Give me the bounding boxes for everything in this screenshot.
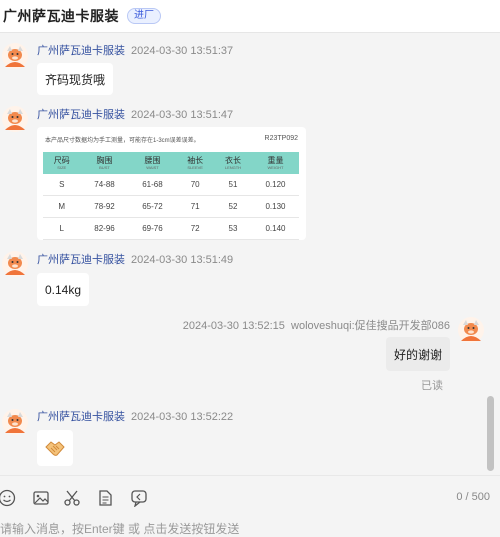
image-icon[interactable] <box>32 489 50 507</box>
table-cell: 0.120 <box>251 174 299 196</box>
message-time: 2024-03-30 13:52:22 <box>131 411 234 423</box>
quick-reply-icon[interactable] <box>130 489 148 507</box>
message-text: 齐码现货哦 <box>45 72 106 87</box>
scrollbar-thumb[interactable] <box>487 396 494 471</box>
table-row: L 82-96 69-76 72 53 0.140 <box>43 217 299 240</box>
table-cell: 0.140 <box>251 217 299 240</box>
table-cell: 78-92 <box>80 195 129 218</box>
table-cell: L <box>43 217 81 240</box>
scissors-icon[interactable] <box>63 489 81 507</box>
column-header: 衣长 LENGTH <box>224 155 242 170</box>
table-cell: 51 <box>213 174 252 196</box>
status-badge: 进厂 <box>127 8 161 24</box>
sender-name: 广州萨瓦迪卡服装 <box>37 45 125 57</box>
handshake-emoji-icon <box>45 441 65 456</box>
message-time: 2024-03-30 13:51:37 <box>131 45 234 57</box>
table-cell: 72 <box>176 217 214 240</box>
column-header: 袖长 SLEEVE <box>187 155 204 170</box>
message-text: 0.14kg <box>45 282 82 297</box>
char-counter: 0 / 500 <box>456 491 490 503</box>
chat-header: 广州萨瓦迪卡服装 进厂 <box>0 0 500 33</box>
size-chart-header-row: 尺码 SIZE 胸围 BUST 腰围 WAIST 袖长 SLEEVE 衣长 LENGTH … <box>43 152 299 174</box>
table-cell: 69-76 <box>128 217 177 240</box>
table-row: S 74-88 61-68 70 51 0.120 <box>43 174 299 196</box>
message-input[interactable]: 请输入消息，按Enter键 或 点击发送按钮发送 <box>0 520 239 537</box>
size-chart-image[interactable]: 本产品尺寸数据均为手工测量，可能存在1-3cm误差误差。 R23TP092 尺码… <box>37 127 306 240</box>
table-row: M 78-92 65-72 71 52 0.130 <box>43 195 299 218</box>
message-meta: 广州萨瓦迪卡服装 2024-03-30 13:51:49 <box>37 251 233 267</box>
table-cell: S <box>43 174 81 196</box>
message-bubble: 0.14kg <box>37 273 90 306</box>
message-time: 2024-03-30 13:51:49 <box>131 254 234 266</box>
shop-name[interactable]: 广州萨瓦迪卡服装 <box>3 6 119 26</box>
table-cell: 74-88 <box>80 174 129 196</box>
product-code: R23TP092 <box>264 135 298 142</box>
message-list[interactable]: 广州萨瓦迪卡服装 2024-03-30 13:51:37 齐码现货哦 广州萨瓦迪卡… <box>0 33 500 475</box>
seller-avatar[interactable] <box>2 409 28 435</box>
message-composer: 0 / 500 请输入消息，按Enter键 或 点击发送按钮发送 <box>0 475 500 536</box>
sender-name: 广州萨瓦迪卡服装 <box>37 411 125 423</box>
table-cell: 70 <box>176 174 214 196</box>
table-cell: M <box>43 195 81 218</box>
message-meta: 广州萨瓦迪卡服装 2024-03-30 13:51:47 <box>37 106 233 122</box>
table-cell: 65-72 <box>128 195 177 218</box>
message-meta: 广州萨瓦迪卡服装 2024-03-30 13:52:22 <box>37 408 233 424</box>
message-meta: 广州萨瓦迪卡服装 2024-03-30 13:51:37 <box>37 42 233 58</box>
sticker-message[interactable] <box>37 430 73 466</box>
table-cell: 52 <box>213 195 252 218</box>
table-cell: 61-68 <box>128 174 177 196</box>
read-status: 已读 <box>421 380 443 392</box>
sender-name: 广州萨瓦迪卡服装 <box>37 109 125 121</box>
message-time: 2024-03-30 13:52:15 <box>182 320 285 332</box>
column-header: 腰围 WAIST <box>144 155 161 170</box>
sender-name: woloveshuqi:促佳搜品开发部086 <box>291 320 450 332</box>
message-bubble: 齐码现货哦 <box>37 63 114 95</box>
message-time: 2024-03-30 13:51:47 <box>131 109 234 121</box>
table-cell: 82-96 <box>80 217 129 240</box>
column-header: 重量 WEIGHT <box>267 155 284 170</box>
column-header: 胸围 BUST <box>96 155 113 170</box>
size-chart-table: 尺码 SIZE 胸围 BUST 腰围 WAIST 袖长 SLEEVE 衣长 LENGTH … <box>43 152 299 240</box>
seller-avatar[interactable] <box>2 106 28 132</box>
emoji-icon[interactable] <box>0 489 16 507</box>
size-chart-caption: 本产品尺寸数据均为手工测量，可能存在1-3cm误差误差。 <box>45 138 200 144</box>
seller-avatar[interactable] <box>2 251 28 277</box>
message-text: 好的谢谢 <box>393 347 442 362</box>
message-bubble: 好的谢谢 <box>385 337 450 371</box>
table-cell: 71 <box>176 195 214 218</box>
sender-name: 广州萨瓦迪卡服装 <box>37 254 125 266</box>
document-icon[interactable] <box>96 489 114 507</box>
table-cell: 0.130 <box>251 195 299 218</box>
column-header: 尺码 SIZE <box>53 155 70 170</box>
my-avatar[interactable] <box>458 317 484 343</box>
table-cell: 53 <box>213 217 252 240</box>
seller-avatar[interactable] <box>2 43 28 69</box>
message-meta: 2024-03-30 13:52:15 woloveshuqi:促佳搜品开发部0… <box>183 317 450 333</box>
